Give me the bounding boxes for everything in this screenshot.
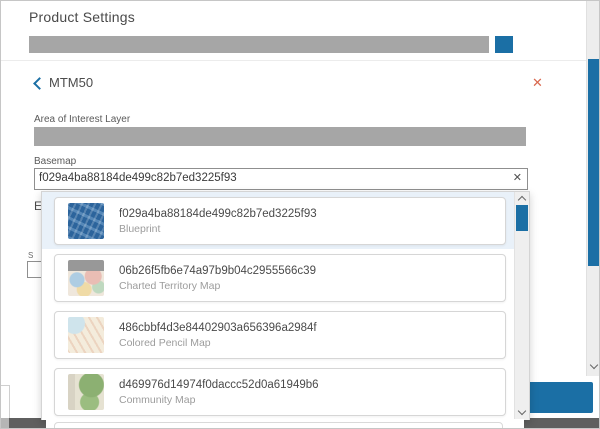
clear-input-icon[interactable]: ✕ — [513, 172, 522, 185]
basemap-thumbnail — [68, 203, 104, 239]
dropdown-scrollbar[interactable] — [514, 192, 529, 420]
basemap-option-card[interactable]: f029a4ba88184de499c82b7ed3225f93 Bluepri… — [54, 197, 506, 245]
basemap-option-name: Blueprint — [119, 223, 317, 235]
header-divider — [1, 60, 599, 61]
basemap-option-partial[interactable] — [54, 422, 503, 429]
basemap-thumbnail — [68, 260, 104, 296]
basemap-option-id: d469976d14974f0daccc52d0a61949b6 — [119, 379, 319, 391]
back-chevron-icon[interactable] — [33, 77, 46, 90]
product-settings-dialog: Product Settings MTM50 ✕ Area of Interes… — [0, 0, 600, 429]
basemap-option-id: 486cbbf4d3e84402903a656396a2984f — [119, 322, 317, 334]
obscured-field-label-fragment: S — [28, 251, 33, 260]
basemap-option[interactable]: f029a4ba88184de499c82b7ed3225f93 Bluepri… — [42, 192, 515, 249]
basemap-thumbnail — [68, 317, 104, 353]
window-scrollbar-thumb[interactable] — [588, 59, 599, 266]
scrollbar-down-icon[interactable] — [590, 361, 598, 369]
background-strip-edge — [1, 418, 9, 429]
basemap-option-name: Charted Territory Map — [119, 280, 316, 292]
basemap-combobox: ✕ — [34, 168, 528, 190]
background-panel-border — [9, 385, 10, 418]
basemap-option-card[interactable]: 06b26f5fb6e74a97b9b04c2955566c39 Charted… — [54, 254, 506, 302]
basemap-option[interactable]: 06b26f5fb6e74a97b9b04c2955566c39 Charted… — [42, 249, 515, 306]
basemap-dropdown-list: f029a4ba88184de499c82b7ed3225f93 Bluepri… — [42, 192, 515, 420]
basemap-option-card[interactable]: 486cbbf4d3e84402903a656396a2984f Colored… — [54, 311, 506, 359]
blue-square-button[interactable] — [495, 36, 513, 53]
basemap-dropdown: f029a4ba88184de499c82b7ed3225f93 Bluepri… — [41, 191, 530, 420]
basemap-option-id: 06b26f5fb6e74a97b9b04c2955566c39 — [119, 265, 316, 277]
dropdown-scroll-down-icon[interactable] — [518, 407, 526, 415]
basemap-option[interactable]: 486cbbf4d3e84402903a656396a2984f Colored… — [42, 306, 515, 363]
aoi-layer-label: Area of Interest Layer — [34, 114, 130, 125]
dropdown-scrollbar-thumb[interactable] — [516, 205, 528, 231]
basemap-option-id: f029a4ba88184de499c82b7ed3225f93 — [119, 208, 317, 220]
window-scrollbar[interactable] — [586, 1, 600, 376]
basemap-option-name: Colored Pencil Map — [119, 337, 317, 349]
dropdown-overflow-area — [46, 419, 524, 429]
basemap-label: Basemap — [34, 156, 76, 167]
basemap-option-name: Community Map — [119, 394, 319, 406]
basemap-input[interactable] — [37, 169, 501, 187]
page-title: Product Settings — [29, 9, 135, 25]
redacted-toolbar-bar — [29, 36, 489, 53]
close-icon[interactable]: ✕ — [532, 75, 543, 91]
dropdown-scroll-up-icon[interactable] — [518, 196, 526, 204]
basemap-thumbnail — [68, 374, 104, 410]
back-product-label[interactable]: MTM50 — [49, 75, 93, 90]
aoi-layer-redacted-input[interactable] — [34, 127, 526, 146]
primary-action-button[interactable] — [524, 382, 593, 413]
basemap-option[interactable]: d469976d14974f0daccc52d0a61949b6 Communi… — [42, 363, 515, 420]
basemap-option-card[interactable]: d469976d14974f0daccc52d0a61949b6 Communi… — [54, 368, 506, 416]
